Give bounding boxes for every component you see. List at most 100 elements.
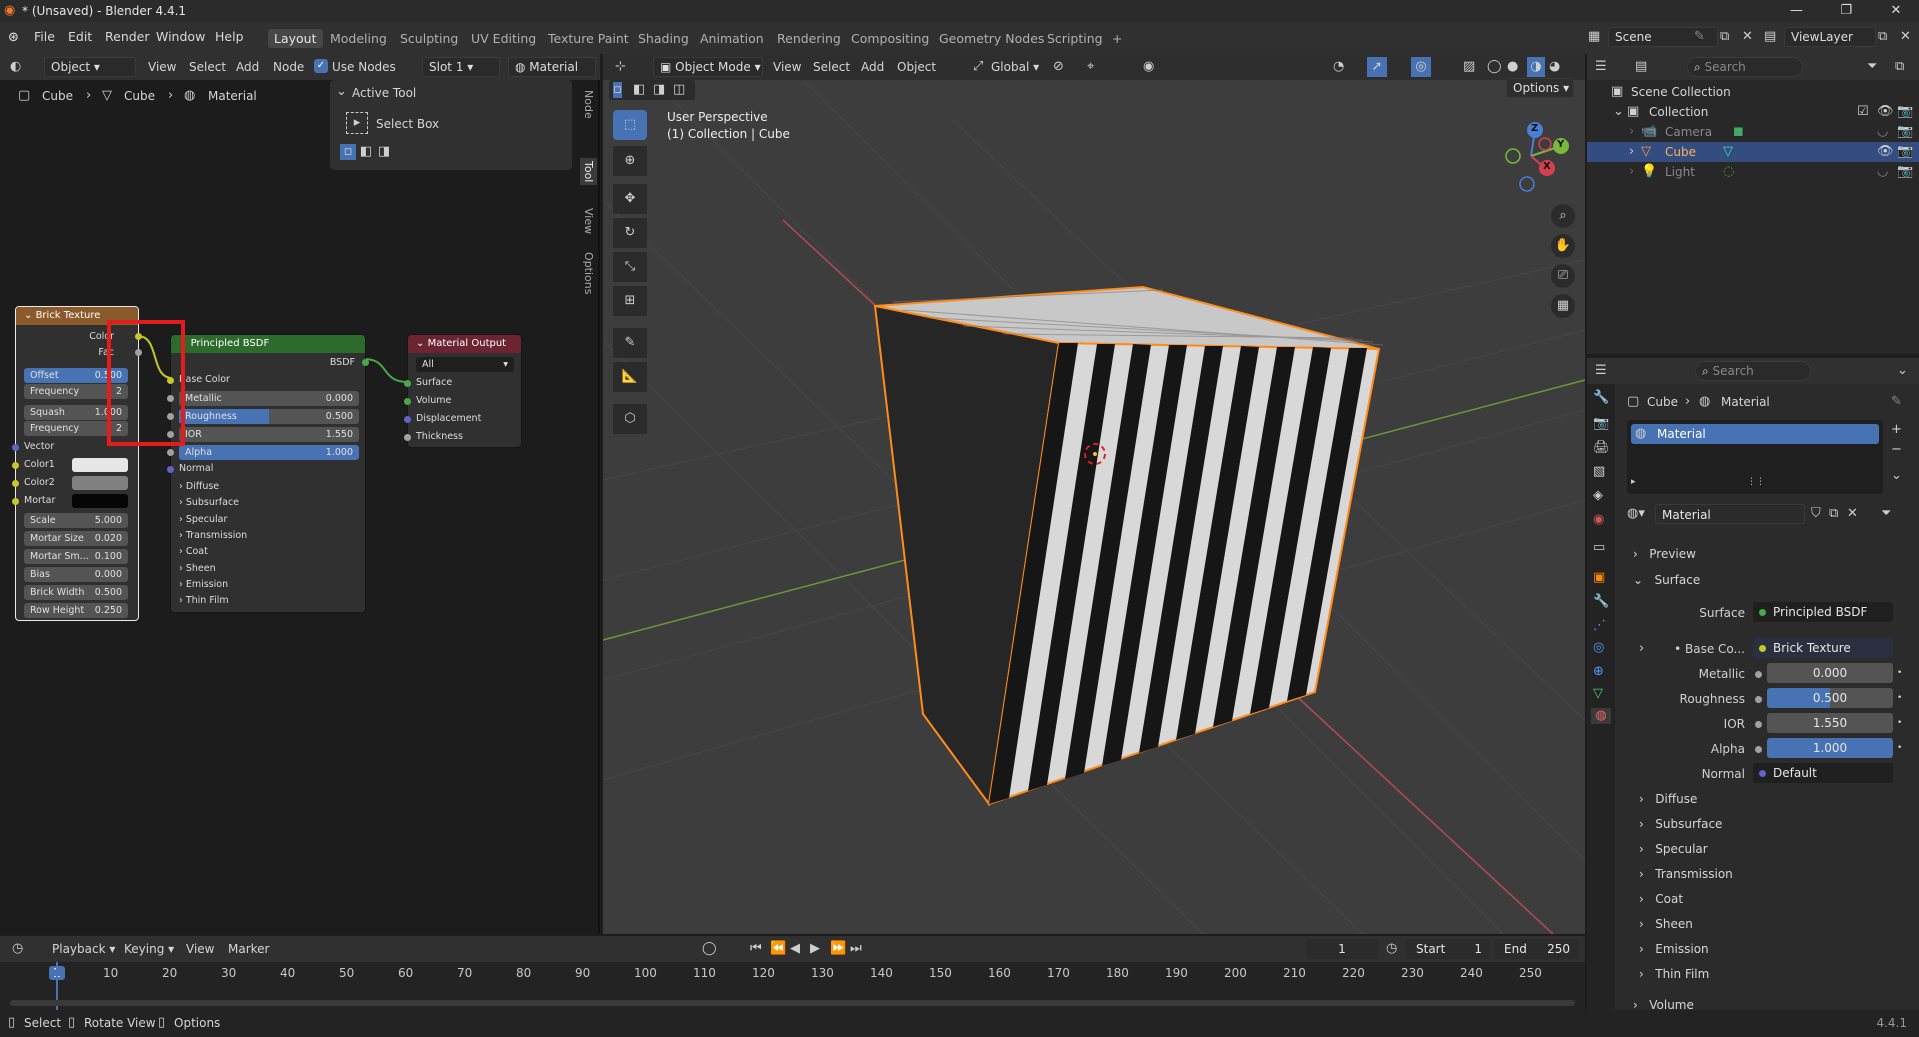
expand-icon[interactable]: ▸ [1631, 474, 1636, 490]
navigation-gizmo[interactable]: Z Y X [1493, 116, 1573, 196]
close-button[interactable]: ✕ [1873, 0, 1919, 22]
panel-specular[interactable]: › Specular [179, 514, 227, 525]
chevron-down-icon[interactable]: ⌄ [1613, 104, 1624, 120]
volume-socket[interactable] [404, 398, 411, 405]
unlink-icon[interactable]: ✕ [1847, 506, 1858, 522]
alpha-socket[interactable] [1755, 746, 1762, 753]
measure-tool-icon[interactable]: 📐 [613, 362, 647, 392]
object-tab-icon[interactable]: ▣ [1593, 570, 1605, 586]
tab-modeling[interactable]: Modeling [324, 29, 393, 48]
camera-render-icon[interactable]: 📷 [1897, 104, 1913, 120]
jump-start-icon[interactable]: ⏮ [750, 941, 762, 957]
menu-marker[interactable]: Marker [228, 942, 269, 956]
viewlayer-selector[interactable]: ViewLayer [1784, 27, 1876, 47]
normal-field[interactable]: Default [1753, 763, 1893, 783]
pivot-icon[interactable]: ⊘ [1053, 59, 1064, 75]
select-invert-icon[interactable]: ◫ [673, 82, 685, 98]
pan-hand-icon[interactable]: ✋ [1551, 234, 1575, 258]
panel-coat[interactable]: › Coat [1639, 892, 1683, 906]
annotate-tool-icon[interactable]: ✎ [613, 328, 647, 358]
auto-keying-icon[interactable]: ◯ [702, 941, 717, 957]
timeline[interactable]: ◷ Playback ▾ Keying ▾ View Marker ◯ ⏮ ⏪ … [0, 936, 1585, 1010]
brick-width-field[interactable]: Brick Width 0.500 [24, 585, 128, 600]
tab-layout[interactable]: Layout [268, 29, 323, 48]
keyframe-dot-icon[interactable]: • [1897, 690, 1902, 706]
panel-subsurface[interactable]: › Subsurface [179, 497, 239, 508]
material-output-node[interactable]: ⌄ Material Output All ▾ Surface Volume Di… [404, 334, 522, 448]
playback-menu[interactable]: Playback ▾ [52, 942, 115, 956]
add-cube-tool-icon[interactable]: ⬡ [613, 404, 647, 434]
menu-object[interactable]: Object [897, 60, 936, 74]
material-shading-icon[interactable]: ◑ [1527, 57, 1545, 77]
alpha-field[interactable]: Alpha 1.000 [179, 445, 359, 460]
editor-type-icon[interactable]: ☰ [1595, 59, 1607, 75]
eye-closed-icon[interactable]: ◡ [1877, 124, 1888, 140]
camera-view-icon[interactable]: ⎚ [1551, 264, 1575, 288]
roughness-socket[interactable] [1755, 696, 1762, 703]
new-scene-icon[interactable]: ⧉ [1720, 29, 1729, 45]
menu-view[interactable]: View [186, 942, 214, 956]
remove-scene-icon[interactable]: ✕ [1742, 29, 1753, 45]
timeline-scrollbar[interactable] [10, 1000, 1575, 1006]
menu-select[interactable]: Select [813, 60, 850, 74]
node-link-icon[interactable]: ⏷ [1881, 506, 1891, 522]
menu-help[interactable]: Help [215, 29, 244, 44]
principled-bsdf-node[interactable]: ⌄ Principled BSDF BSDF Base Color Metall… [167, 334, 369, 613]
menu-window[interactable]: Window [156, 29, 205, 44]
select-extend-icon[interactable]: ◧ [633, 82, 645, 98]
panel-diffuse[interactable]: › Diffuse [1639, 792, 1697, 806]
wireframe-shading-icon[interactable]: ◯ [1487, 59, 1502, 75]
output-target-dropdown[interactable]: All ▾ [416, 357, 514, 372]
panel-coat[interactable]: › Coat [179, 546, 208, 557]
roughness-field[interactable]: 0.500 [1767, 688, 1893, 708]
physics-tab-icon[interactable]: ◎ [1593, 640, 1604, 656]
list-item[interactable]: ◍ Material [1631, 424, 1879, 444]
list-item[interactable]: › ▽ Cube ▽ 👁 📷 [1587, 142, 1919, 162]
chevron-down-icon[interactable]: ⌄ [1897, 363, 1908, 379]
normal-socket[interactable] [167, 466, 174, 473]
color2-socket[interactable] [12, 480, 19, 487]
tab-texture-paint[interactable]: Texture Paint [542, 29, 635, 48]
view-layer-tab-icon[interactable]: ▧ [1593, 464, 1605, 480]
panel-transmission[interactable]: › Transmission [1639, 867, 1733, 881]
menu-file[interactable]: File [34, 29, 55, 44]
orientation-dropdown[interactable]: Global ▾ [991, 60, 1039, 74]
pin-icon[interactable]: ✎ [1891, 394, 1902, 410]
select-box-icon[interactable]: ⬚ [613, 110, 647, 140]
surface-shader-field[interactable]: Principled BSDF [1753, 602, 1893, 622]
panel-emission[interactable]: › Emission [1639, 942, 1709, 956]
tab-uv-editing[interactable]: UV Editing [465, 29, 542, 48]
color1-swatch[interactable] [72, 458, 128, 472]
color1-socket[interactable] [12, 462, 19, 469]
bias-field[interactable]: Bias 0.000 [24, 567, 128, 582]
menu-render[interactable]: Render [105, 29, 150, 44]
eye-closed-icon[interactable]: ◡ [1877, 164, 1888, 180]
transform-tool-icon[interactable]: ⊞ [613, 286, 647, 316]
panel-thin-film[interactable]: › Thin Film [1639, 967, 1709, 981]
tab-shading[interactable]: Shading [632, 29, 695, 48]
thickness-socket[interactable] [404, 434, 411, 441]
output-tab-icon[interactable]: 🖨 [1593, 440, 1610, 456]
maximize-button[interactable]: ❐ [1823, 0, 1869, 22]
panel-emission[interactable]: › Emission [179, 579, 228, 590]
zoom-icon[interactable]: ⌕ [1551, 204, 1575, 228]
list-item[interactable]: › 💡 Light ◌ ◡ 📷 [1587, 162, 1919, 182]
panel-volume[interactable]: › Volume [1633, 998, 1694, 1010]
mortar-socket[interactable] [12, 498, 19, 505]
list-item[interactable]: › 📹 Camera ◼ ◡ 📷 [1587, 122, 1919, 142]
preview-range-icon[interactable]: ◷ [1386, 941, 1397, 957]
xray-icon[interactable]: ▨ [1463, 59, 1475, 75]
rendered-shading-icon[interactable]: ◕ [1549, 59, 1560, 75]
keyframe-dot-icon[interactable]: • [1897, 740, 1902, 756]
visibility-icon[interactable]: ◔ [1333, 59, 1344, 75]
ior-field[interactable]: 1.550 [1767, 713, 1893, 733]
keyframe-dot-icon[interactable]: • [1897, 665, 1902, 681]
color2-swatch[interactable] [72, 476, 128, 490]
chevron-right-icon[interactable]: › [1639, 641, 1644, 657]
ior-field[interactable]: IOR 1.550 [179, 427, 359, 442]
panel-transmission[interactable]: › Transmission [179, 530, 247, 541]
properties-search[interactable]: ⌕ Search [1695, 361, 1811, 381]
eye-icon[interactable]: 👁 [1877, 104, 1894, 120]
constraints-tab-icon[interactable]: ⊕ [1593, 664, 1604, 680]
properties-editor[interactable]: ☰ ⌕ Search ⌄ 🔧 📷 🖨 ▧ ◈ ◉ ▭ ▣ 🔧 ⋰ ◎ ⊕ ▽ ◍… [1587, 358, 1919, 1010]
